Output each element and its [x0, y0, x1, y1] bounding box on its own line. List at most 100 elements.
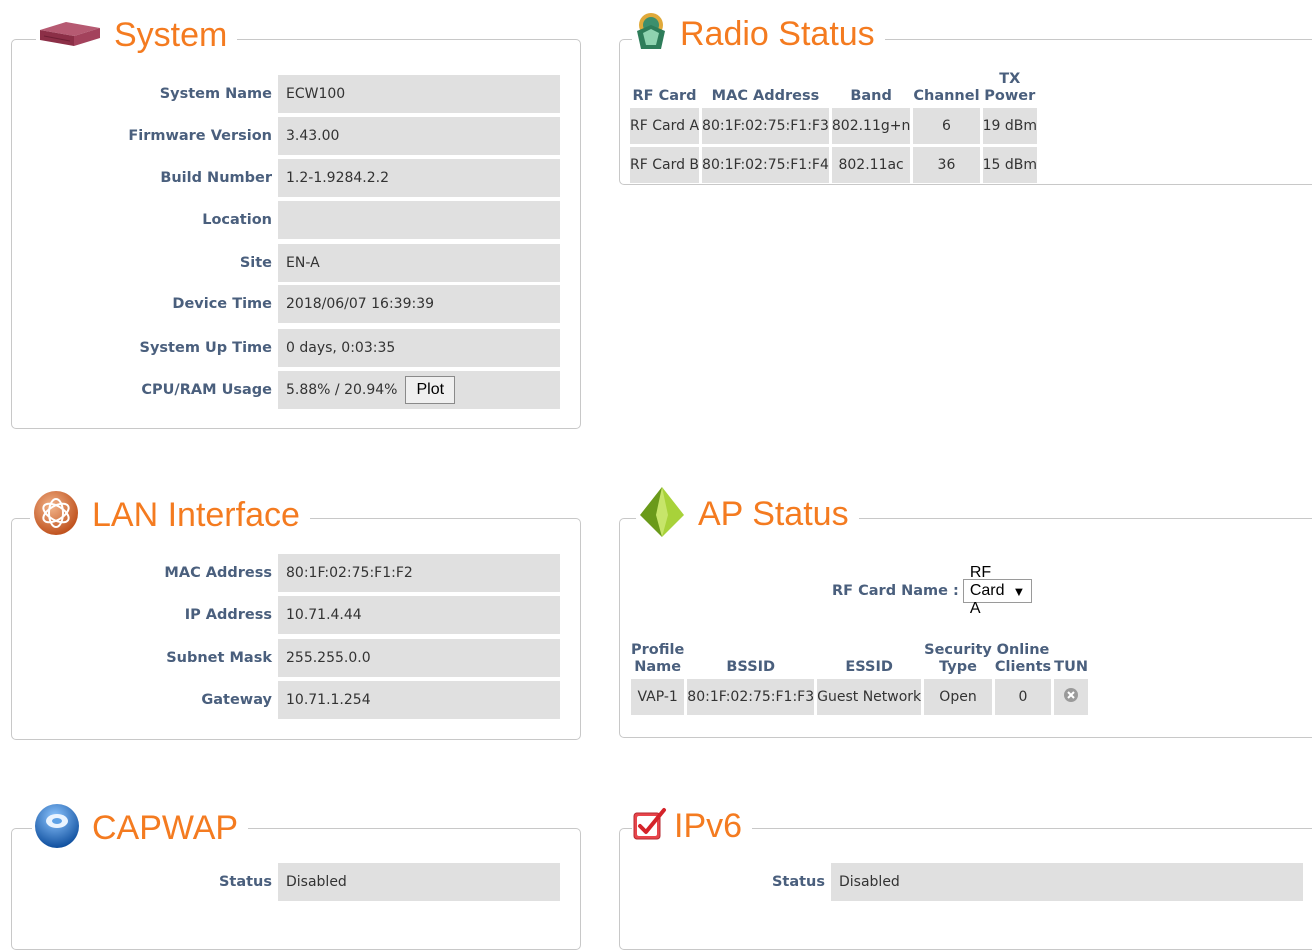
chevron-down-icon: ▼ [1012, 583, 1026, 599]
system-row-firmware-version: Firmware Version 3.43.00 [0, 117, 560, 155]
system-row-label: Site [239, 255, 272, 271]
system-row-cpu-ram-usage: CPU/RAM Usage 5.88% / 20.94% Plot [0, 371, 560, 409]
radio-table-row: RF Card B 80:1F:02:75:F1:F4 802.11ac 36 15 d… [630, 147, 1037, 183]
lan-interface-title: LAN Interface [92, 496, 300, 534]
lan-row-label: Gateway [201, 692, 272, 708]
ap-status-table: Profile Name BSSID ESSID Security Type Online C… [628, 637, 1091, 718]
system-row-label: System Name [159, 86, 272, 102]
system-row-system-up-time: System Up Time 0 days, 0:03:35 [0, 329, 560, 367]
ap-table-row: VAP-1 80:1F:02:75:F1:F3 Guest Network Open 0 [631, 679, 1088, 715]
rf-card-select[interactable]: RF Card A ▼ [962, 564, 1033, 617]
ap-col-header-line1: Security [924, 642, 992, 658]
lan-row-mac-address: MAC Address 80:1F:02:75:F1:F2 [0, 554, 560, 592]
system-row-value-text: EN-A [286, 255, 320, 271]
capwap-status-value: Disabled [278, 863, 560, 901]
rf-card-name-label: RF Card Name : [832, 583, 959, 599]
radio-col-mac-address: MAC Address [711, 88, 820, 104]
ap-col-header-line2: ESSID [845, 659, 893, 675]
router-device-icon [36, 16, 104, 54]
lan-row-value: 255.255.0.0 [278, 639, 560, 677]
system-row-value: 3.43.00 [278, 117, 560, 155]
system-row-value-text: 0 days, 0:03:35 [286, 340, 396, 356]
ap-col-header-line2: Clients [994, 659, 1052, 675]
system-row-value: 2018/06/07 16:39:39 [278, 285, 560, 323]
ap-pyramid-icon [636, 485, 688, 543]
capwap-status-row: Status Disabled [0, 863, 560, 901]
radio-status-title: Radio Status [680, 15, 875, 53]
ap-col-header-line1: Profile [631, 642, 685, 658]
system-row-value: EN-A [278, 244, 560, 282]
radio-col-channel: Channel [913, 88, 980, 104]
system-row-value-text: 3.43.00 [286, 128, 340, 144]
ap-col-online-clients: Online Clients [995, 640, 1051, 676]
ap-table-header: Profile Name BSSID ESSID Security Type Online C… [631, 640, 1088, 676]
radio-cell-band: 802.11g+n [831, 108, 911, 144]
lan-row-gateway: Gateway 10.71.1.254 [0, 681, 560, 719]
lan-row-ip-address: IP Address 10.71.4.44 [0, 596, 560, 634]
lan-row-value: 80:1F:02:75:F1:F2 [278, 554, 560, 592]
system-title: System [114, 16, 228, 54]
lan-row-label: MAC Address [164, 565, 272, 581]
radio-col-band: Band [850, 88, 892, 104]
ap-col-header-line2: BSSID [726, 659, 776, 675]
ap-cell-essid: Guest Network [817, 679, 922, 715]
system-row-value-text: 2018/06/07 16:39:39 [286, 296, 435, 312]
ap-col-header-line1: Online [996, 642, 1050, 658]
radio-col-tx-power: TX Power [984, 71, 1036, 104]
system-row-label: Build Number [160, 170, 272, 186]
capwap-title: CAPWAP [92, 809, 239, 847]
radio-cell-tx-power: 19 dBm [982, 108, 1037, 144]
system-row-value [278, 201, 560, 239]
system-row-device-time: Device Time 2018/06/07 16:39:39 [0, 285, 560, 323]
ap-cell-tun [1054, 679, 1088, 715]
system-row-location: Location [0, 201, 560, 239]
system-row-label: System Up Time [139, 340, 272, 356]
system-row-value: ECW100 [278, 75, 560, 113]
radio-cell-channel: 6 [913, 108, 980, 144]
ap-col-security-type: Security Type [924, 640, 992, 676]
ap-cell-online-clients: 0 [994, 679, 1052, 715]
ap-col-header-line2: Name [634, 659, 682, 675]
system-row-label: Firmware Version [128, 128, 272, 144]
system-row-build-number: Build Number 1.2-1.9284.2.2 [0, 159, 560, 197]
radio-antenna-icon [632, 11, 670, 57]
system-row-label: Location [202, 212, 272, 228]
system-row-value: 0 days, 0:03:35 [278, 329, 560, 367]
ap-col-profile-name: Profile Name [631, 640, 684, 676]
radio-cell-mac-address: 80:1F:02:75:F1:F4 [702, 147, 829, 183]
radio-cell-channel: 36 [913, 147, 980, 183]
radio-table-header: RF Card MAC Address Band Channel TX Power [630, 71, 1037, 105]
system-row-value-text: 1.2-1.9284.2.2 [286, 170, 390, 186]
lan-row-subnet-mask: Subnet Mask 255.255.0.0 [0, 639, 560, 677]
ap-status-title: AP Status [698, 495, 849, 533]
capwap-status-label: Status [218, 874, 272, 890]
system-row-value: 5.88% / 20.94% Plot [278, 371, 560, 409]
ap-cell-bssid: 80:1F:02:75:F1:F3 [687, 679, 815, 715]
capwap-disc-icon [32, 801, 82, 855]
disabled-x-icon [1064, 688, 1079, 702]
system-row-label: CPU/RAM Usage [141, 382, 272, 398]
radio-cell-rf-card: RF Card B [630, 147, 700, 183]
radio-table-row: RF Card A 80:1F:02:75:F1:F3 802.11g+n 6 19 d… [630, 108, 1037, 144]
plot-button[interactable]: Plot [405, 376, 456, 404]
ap-col-tun: TUN [1054, 640, 1088, 676]
ipv6-status-label: Status [771, 874, 825, 890]
radio-cell-band: 802.11ac [831, 147, 911, 183]
checkbox-checked-icon [632, 807, 668, 845]
system-row-system-name: System Name ECW100 [0, 75, 560, 113]
rf-card-select-value: RF Card A [969, 564, 1005, 617]
system-row-value: 1.2-1.9284.2.2 [278, 159, 560, 197]
system-row-value-text: ECW100 [286, 86, 346, 102]
ap-col-essid: ESSID [817, 640, 921, 676]
radio-status-table: RF Card MAC Address Band Channel TX Power RF… [627, 68, 1040, 186]
ipv6-status-value: Disabled [831, 863, 1303, 901]
ap-col-header-line2: Type [939, 659, 977, 675]
ap-cell-security-type: Open [924, 679, 992, 715]
system-row-value-text: 5.88% / 20.94% [286, 382, 398, 398]
radio-cell-rf-card: RF Card A [630, 108, 700, 144]
ipv6-status-row: Status Disabled [619, 863, 1303, 901]
lan-row-label: IP Address [184, 607, 272, 623]
radio-cell-mac-address: 80:1F:02:75:F1:F3 [702, 108, 829, 144]
network-globe-icon [30, 487, 82, 543]
lan-row-value: 10.71.4.44 [278, 596, 560, 634]
